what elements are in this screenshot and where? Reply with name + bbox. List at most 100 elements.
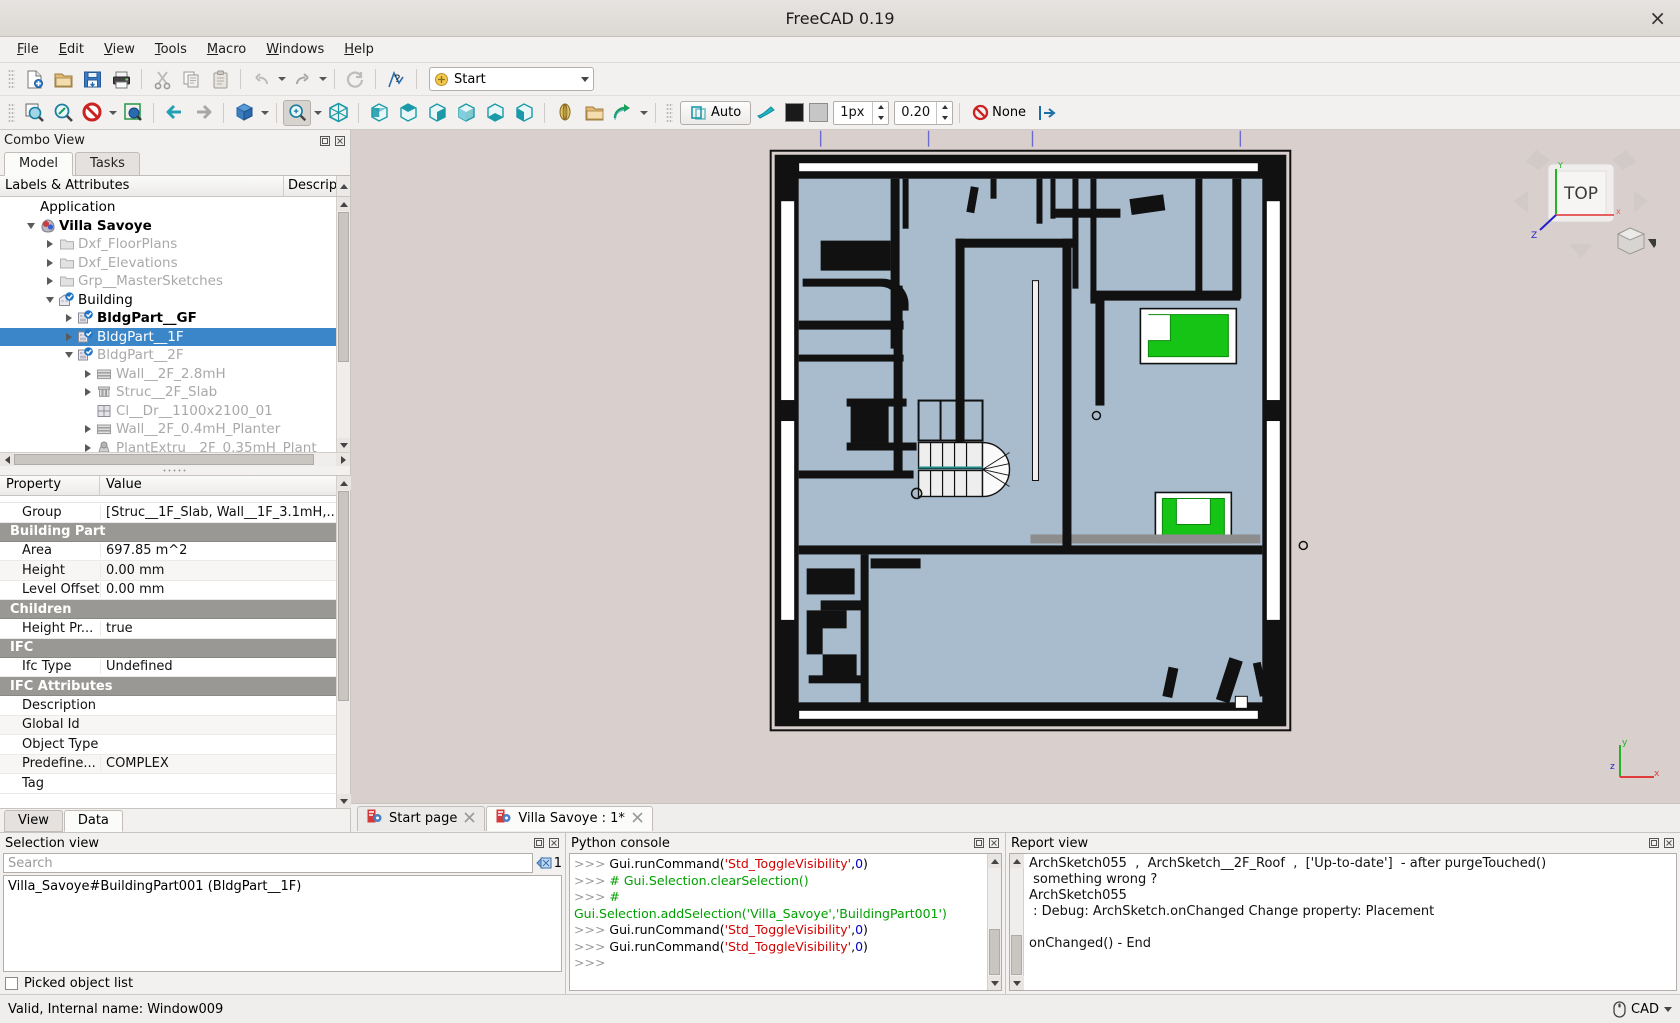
draw-style-icon[interactable] (78, 100, 106, 126)
rear-view-icon[interactable] (452, 100, 480, 126)
scroll-right-icon[interactable] (336, 452, 350, 467)
report-view-scrollbar[interactable] (1010, 854, 1024, 990)
tree-item-bldgpart-2f[interactable]: BldgPart__2F (0, 346, 336, 365)
close-tab-icon[interactable] (464, 811, 475, 826)
menu-file[interactable]: File (8, 39, 48, 60)
tree-expander[interactable] (42, 259, 57, 267)
property-row[interactable]: Object Type (0, 735, 336, 755)
close-tab-icon[interactable] (632, 811, 643, 826)
scroll-thumb[interactable] (989, 929, 1000, 975)
top-view-icon[interactable] (394, 100, 422, 126)
tree-expander[interactable] (61, 333, 76, 341)
tree-expander[interactable] (61, 314, 76, 322)
float-icon[interactable] (1648, 837, 1660, 849)
tree-item-struc-2f-slab[interactable]: Struc__2F_Slab (0, 383, 336, 402)
3d-viewport[interactable]: TOP Y x Z y x z (351, 130, 1680, 803)
cut-icon[interactable] (148, 66, 176, 92)
left-view-icon[interactable] (510, 100, 538, 126)
selection-view-icon[interactable] (119, 100, 147, 126)
property-row[interactable]: Tag (0, 774, 336, 794)
close-panel-icon[interactable] (1663, 837, 1675, 849)
tree-column-description[interactable]: Descrip (284, 176, 336, 196)
menu-windows[interactable]: Windows (257, 39, 333, 60)
tree-item-villa-savoye[interactable]: Villa Savoye (0, 217, 336, 236)
menu-edit[interactable]: Edit (50, 39, 93, 60)
property-row[interactable]: Height Pr... true (0, 619, 336, 639)
tree-item-building[interactable]: Building (0, 291, 336, 310)
whats-this-icon[interactable]: ? (382, 66, 410, 92)
tree-vscrollbar[interactable] (336, 197, 350, 452)
new-document-icon[interactable] (20, 66, 48, 92)
tab-data[interactable]: Data (63, 810, 123, 832)
workbench-selector[interactable]: Start (429, 67, 594, 91)
tree-scroll-up-icon[interactable] (336, 176, 350, 196)
line-color-swatch[interactable] (785, 103, 805, 122)
bottom-view-icon[interactable] (481, 100, 509, 126)
axonometric-icon[interactable] (230, 100, 258, 126)
picked-object-list-row[interactable]: Picked object list (0, 972, 565, 994)
property-value[interactable]: true (100, 620, 336, 636)
python-console-scrollbar[interactable] (987, 854, 1001, 990)
close-panel-icon[interactable] (548, 837, 560, 849)
folder-icon[interactable] (580, 100, 608, 126)
close-panel-icon[interactable] (988, 837, 1000, 849)
navigation-cube[interactable]: TOP Y x Z (1506, 146, 1656, 271)
float-icon[interactable] (319, 135, 331, 147)
search-input[interactable] (3, 853, 533, 873)
property-row[interactable]: Predefine... COMPLEX (0, 754, 336, 774)
save-icon[interactable] (78, 66, 106, 92)
none-button[interactable]: None (966, 104, 1032, 121)
fit-all-icon[interactable] (20, 100, 48, 126)
tree-expander[interactable] (61, 352, 76, 358)
scroll-thumb[interactable] (338, 491, 349, 701)
axonometric-dropdown-icon[interactable] (259, 100, 270, 126)
copy-icon[interactable] (177, 66, 205, 92)
scroll-down-icon[interactable] (987, 976, 1001, 990)
scroll-down-icon[interactable] (336, 438, 350, 452)
previous-view-icon[interactable] (160, 100, 188, 126)
report-view-output[interactable]: ArchSketch055 , ArchSketch__2F_Roof , ['… (1009, 853, 1677, 991)
close-icon[interactable]: × (1649, 8, 1666, 28)
face-color-swatch[interactable] (809, 103, 829, 122)
arch-survey-icon[interactable] (1033, 100, 1061, 126)
transparency-stepper[interactable]: 0.20 (894, 100, 954, 125)
tree-column-labels[interactable]: Labels & Attributes (0, 176, 284, 196)
scroll-thumb[interactable] (1011, 935, 1022, 975)
python-console-output[interactable]: >>> Gui.runCommand('Std_ToggleVisibility… (569, 853, 1002, 991)
property-row[interactable]: Level Offset 0.00 mm (0, 581, 336, 600)
scroll-down-icon[interactable] (336, 794, 351, 808)
zoom-box-dropdown-icon[interactable] (312, 100, 323, 126)
redo-dropdown-icon[interactable] (317, 66, 328, 92)
dock-splitter[interactable] (0, 466, 350, 475)
export-dropdown-icon[interactable] (638, 100, 649, 126)
tree-expander[interactable] (80, 388, 95, 396)
menu-macro[interactable]: Macro (198, 39, 255, 60)
open-folder-icon[interactable] (49, 66, 77, 92)
tree-item-bldgpart-gf[interactable]: BldgPart__GF (0, 309, 336, 328)
draw-style-dropdown-icon[interactable] (107, 100, 118, 126)
tree-item-application[interactable]: Application (0, 198, 336, 217)
navigation-style-selector[interactable]: CAD (1613, 1000, 1672, 1018)
tree-hscrollbar[interactable] (0, 452, 350, 467)
property-row[interactable]: Description (0, 696, 336, 716)
property-value[interactable]: COMPLEX (100, 756, 336, 772)
property-vscrollbar[interactable] (336, 476, 351, 808)
list-item[interactable]: Villa_Savoye#BuildingPart001 (BldgPart__… (8, 879, 557, 894)
scroll-up-icon[interactable] (1010, 854, 1024, 868)
tree-expander[interactable] (42, 277, 57, 285)
tree-item-dxf-floorplans[interactable]: Dxf_FloorPlans (0, 235, 336, 254)
toolbar-grip[interactable] (666, 102, 673, 123)
measure-icon[interactable] (551, 100, 579, 126)
property-value[interactable]: Undefined (100, 659, 336, 675)
scroll-down-icon[interactable] (1010, 976, 1024, 990)
scroll-left-icon[interactable] (0, 452, 14, 467)
tree-item-grp-mastersketches[interactable]: Grp__MasterSketches (0, 272, 336, 291)
toolbar-grip[interactable] (8, 69, 15, 89)
undo-icon[interactable] (247, 66, 275, 92)
menu-view[interactable]: View (95, 39, 144, 60)
tree-item-wall-2f-0-4mh-planter[interactable]: Wall__2F_0.4mH_Planter (0, 420, 336, 439)
property-column-name[interactable]: Property (0, 476, 100, 495)
isometric-icon[interactable] (324, 100, 352, 126)
float-icon[interactable] (973, 837, 985, 849)
property-row[interactable]: Global Id (0, 715, 336, 735)
